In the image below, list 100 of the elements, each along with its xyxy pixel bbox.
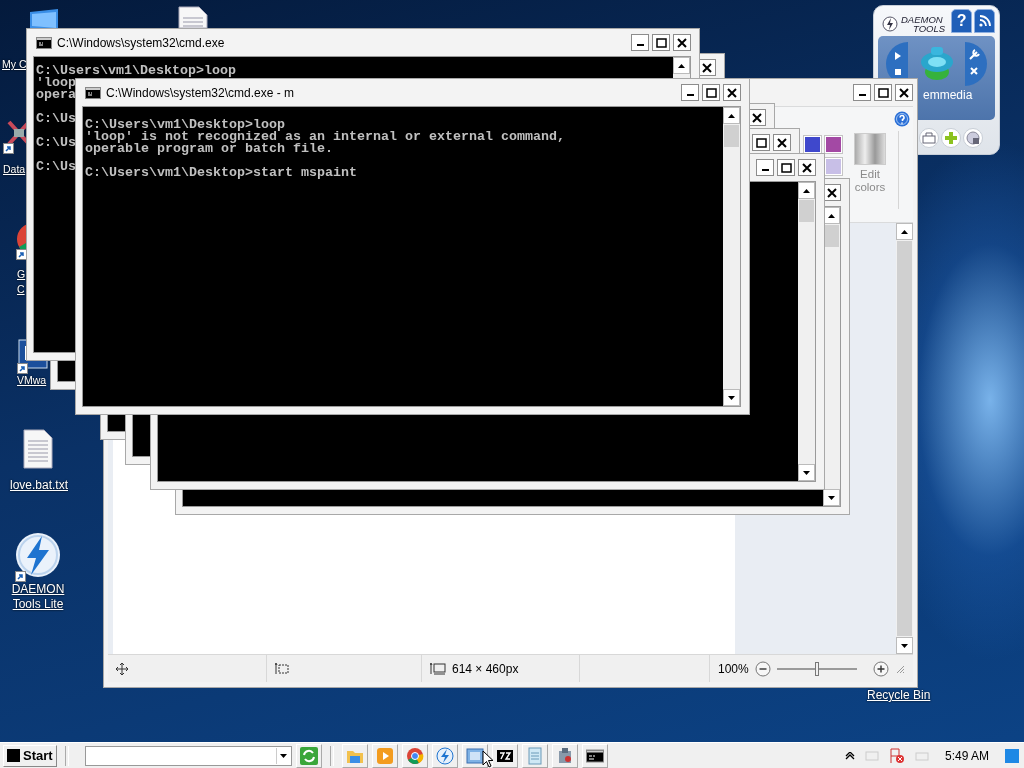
- help-tab[interactable]: ?: [951, 9, 972, 34]
- close-icon: [802, 162, 812, 173]
- slider-thumb[interactable]: [814, 661, 819, 676]
- gadget-button[interactable]: [919, 128, 939, 148]
- window-title: C:\Windows\system32\cmd.exe: [57, 35, 225, 50]
- scroll-up-button[interactable]: [896, 223, 913, 240]
- plus-icon: [944, 131, 958, 145]
- icon-label: Data: [3, 162, 27, 177]
- canvas-size-icon: [430, 662, 446, 675]
- console-line: C:\Us: [36, 111, 76, 126]
- console-line: C:\Us: [36, 159, 76, 174]
- down-arrow-icon: [728, 395, 735, 400]
- maximize-button[interactable]: [752, 134, 770, 151]
- edit-colors-button[interactable]: Edit colors: [850, 133, 890, 194]
- taskbar-button[interactable]: [581, 743, 608, 768]
- console-line: C:\Us: [36, 135, 76, 150]
- close-icon: [727, 87, 737, 98]
- icon-label: VMwa: [17, 373, 48, 388]
- scroll-thumb[interactable]: [724, 125, 739, 147]
- maximize-button[interactable]: [777, 159, 795, 176]
- lightning-icon: [882, 16, 898, 33]
- address-combo-box[interactable]: [84, 745, 292, 766]
- scrollbar[interactable]: [798, 182, 815, 481]
- zoom-level-text: 100%: [718, 661, 749, 676]
- minimize-button[interactable]: [681, 84, 699, 101]
- color-swatch[interactable]: [825, 136, 842, 153]
- up-arrow-icon: [901, 229, 908, 234]
- taskbar-button[interactable]: [491, 743, 518, 768]
- maximize-icon: [755, 137, 767, 148]
- icon-label: G C: [17, 267, 25, 297]
- minimize-button[interactable]: [631, 34, 649, 51]
- minus-circle-icon: [754, 660, 771, 677]
- flag-error-icon: [888, 747, 905, 764]
- selection-icon: [275, 662, 289, 675]
- up-arrow-icon: [803, 188, 810, 193]
- zoom-out-button[interactable]: [753, 659, 772, 678]
- console-line: C:\Users\vm1\Desktop>loop: [85, 117, 285, 132]
- color-swatch[interactable]: [825, 158, 842, 175]
- scroll-down-button[interactable]: [896, 637, 913, 654]
- close-icon: [677, 37, 687, 48]
- plus-circle-icon: [872, 660, 889, 677]
- window-icon: [465, 746, 484, 765]
- scrollbar[interactable]: [723, 107, 740, 406]
- scroll-down-button[interactable]: [723, 389, 740, 406]
- clock: 5:49 AM: [944, 748, 989, 763]
- icon-label: Recycle Bin: [867, 688, 931, 703]
- scrollbar[interactable]: [896, 223, 913, 654]
- close-icon: [827, 187, 837, 198]
- lightning-disc-icon: [15, 532, 61, 578]
- help-icon: [894, 111, 910, 127]
- close-button[interactable]: [673, 34, 691, 51]
- zoom-in-button[interactable]: [871, 659, 890, 678]
- console-icon: [36, 36, 52, 49]
- chevron-up-icon: [844, 751, 855, 760]
- maximize-icon: [780, 162, 792, 173]
- gadget-button[interactable]: [963, 128, 983, 148]
- minimize-button[interactable]: [853, 84, 871, 101]
- maximize-button[interactable]: [702, 84, 720, 101]
- feed-tab[interactable]: [974, 9, 995, 34]
- close-button[interactable]: [723, 84, 741, 101]
- scroll-up-button[interactable]: [798, 182, 815, 199]
- icon-label: My C: [2, 57, 28, 72]
- scroll-thumb[interactable]: [799, 200, 814, 222]
- taskbar-button[interactable]: [461, 743, 488, 768]
- image-size-text: 614 × 460px: [452, 661, 519, 676]
- up-arrow-icon: [678, 63, 685, 68]
- scroll-thumb[interactable]: [897, 241, 912, 636]
- minimize-button[interactable]: [756, 159, 774, 176]
- maximize-icon: [877, 87, 889, 98]
- close-button[interactable]: [773, 134, 791, 151]
- icon-label: love.bat.txt: [9, 478, 69, 493]
- shortcut-arrow-icon: [3, 143, 14, 154]
- resize-grip-icon: [894, 663, 905, 674]
- scroll-up-button[interactable]: [673, 57, 690, 74]
- scroll-up-button[interactable]: [723, 107, 740, 124]
- close-icon: [777, 137, 787, 148]
- text-file-icon: [22, 429, 54, 469]
- move-icon: [116, 662, 128, 675]
- scroll-down-button[interactable]: [798, 464, 815, 481]
- close-button[interactable]: [895, 84, 913, 101]
- console-line: 'loop: [36, 75, 76, 90]
- maximize-button[interactable]: [874, 84, 892, 101]
- browser-icon: [405, 746, 424, 765]
- drive-tray-icon: [922, 132, 936, 144]
- down-arrow-icon: [828, 495, 835, 500]
- start-button[interactable]: Start: [3, 744, 57, 767]
- window-title: C:\Windows\system32\cmd.exe - m: [106, 85, 295, 100]
- maximize-button[interactable]: [652, 34, 670, 51]
- scroll-down-button[interactable]: [823, 489, 840, 506]
- tray-icon: [914, 749, 929, 762]
- drive-label: emmedia: [923, 88, 974, 103]
- console-line: C:\Users\vm1\Desktop>loop: [36, 63, 236, 78]
- disc-icon: [966, 131, 980, 145]
- close-button[interactable]: [798, 159, 816, 176]
- color-swatch[interactable]: [804, 136, 821, 153]
- down-arrow-icon: [803, 470, 810, 475]
- icon-label: DAEMON Tools Lite: [10, 582, 66, 612]
- shortcut-arrow-icon: [15, 571, 26, 582]
- console-icon: [85, 86, 101, 99]
- maximize-icon: [655, 37, 667, 48]
